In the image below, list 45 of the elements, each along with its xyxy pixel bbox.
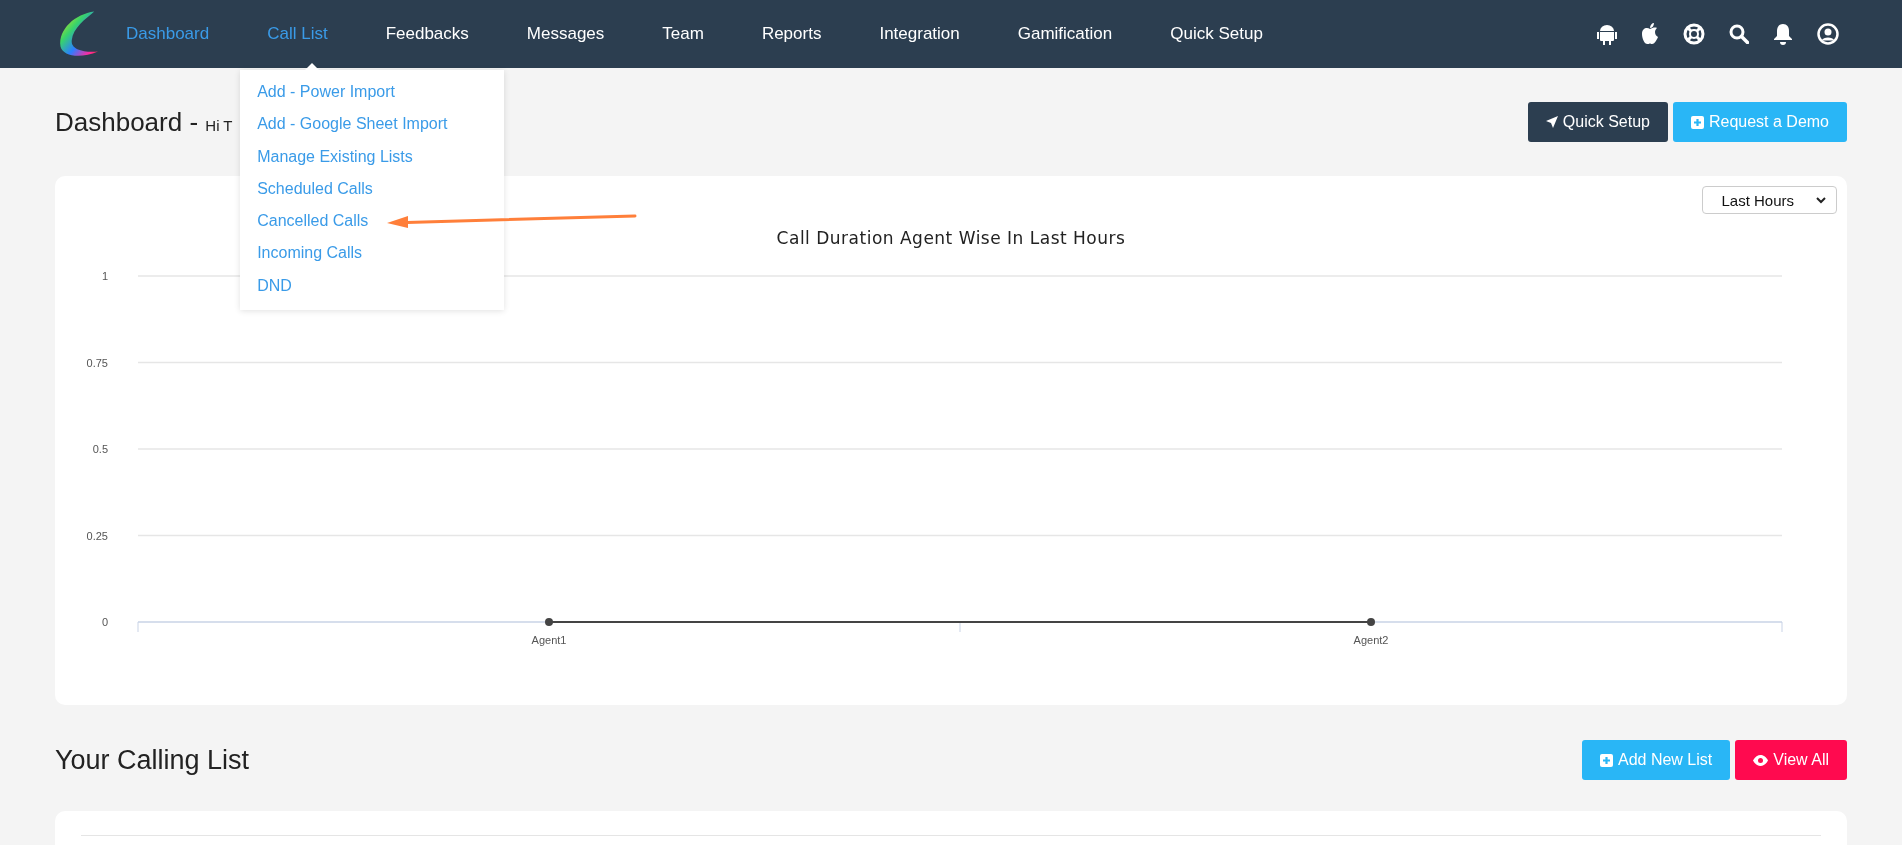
x-axis-label: Agent2: [1353, 634, 1389, 646]
nav-link[interactable]: Gamification: [988, 0, 1142, 68]
y-axis-label: 0: [101, 616, 108, 628]
android-icon[interactable]: [1597, 23, 1617, 45]
y-axis-label: 0.5: [92, 443, 108, 455]
data-point: [545, 618, 553, 626]
data-point: [1367, 618, 1375, 626]
chevron-down-icon: [1816, 196, 1826, 204]
dropdown-item[interactable]: Add - Power Import: [240, 76, 505, 109]
plus-square-icon: [1600, 753, 1613, 767]
dropdown-item[interactable]: Cancelled Calls: [240, 205, 505, 238]
dropdown-item[interactable]: DND: [240, 269, 505, 303]
x-axis-label: Agent1: [531, 634, 567, 646]
y-axis-label: 1: [101, 270, 108, 282]
search-icon[interactable]: [1729, 24, 1749, 44]
greeting-text: Hi T: [205, 116, 233, 134]
section-title: Your Calling List: [55, 744, 250, 776]
apple-icon[interactable]: [1641, 23, 1659, 45]
bell-icon[interactable]: [1773, 23, 1793, 45]
nav-link[interactable]: Quick Setup: [1141, 0, 1292, 68]
section-button[interactable]: View All: [1735, 740, 1847, 780]
user-icon[interactable]: [1817, 23, 1839, 45]
nav-link[interactable]: Dashboard: [97, 0, 239, 68]
dropdown-item[interactable]: Manage Existing Lists: [240, 140, 505, 173]
header-button[interactable]: Request a Demo: [1672, 102, 1847, 142]
chart-title: Call Duration Agent Wise In Last Hours: [775, 228, 1127, 248]
nav-link[interactable]: Team: [633, 0, 733, 68]
nav-link[interactable]: Messages: [497, 0, 634, 68]
eye-icon: [1753, 754, 1769, 766]
dropdown-item[interactable]: Incoming Calls: [240, 237, 505, 270]
lifebuoy-icon[interactable]: [1683, 23, 1705, 45]
location-arrow-icon: [1545, 116, 1558, 128]
header-button[interactable]: Quick Setup: [1527, 102, 1668, 142]
y-axis-label: 0.75: [86, 356, 108, 369]
page-title: Dashboard -: [55, 106, 200, 137]
y-axis-label: 0.25: [86, 529, 108, 542]
nav-link[interactable]: Feedbacks: [356, 0, 498, 68]
dropdown-item[interactable]: Scheduled Calls: [240, 172, 505, 206]
section-button[interactable]: Add New List: [1582, 740, 1731, 780]
nav-link[interactable]: Integration: [850, 0, 989, 68]
nav-link[interactable]: Reports: [732, 0, 851, 68]
plus-square-icon: [1690, 115, 1704, 129]
period-select[interactable]: Last Hours: [1702, 186, 1837, 214]
nav-link[interactable]: Call List: [238, 0, 357, 68]
dropdown-item[interactable]: Add - Google Sheet Import: [240, 108, 505, 141]
